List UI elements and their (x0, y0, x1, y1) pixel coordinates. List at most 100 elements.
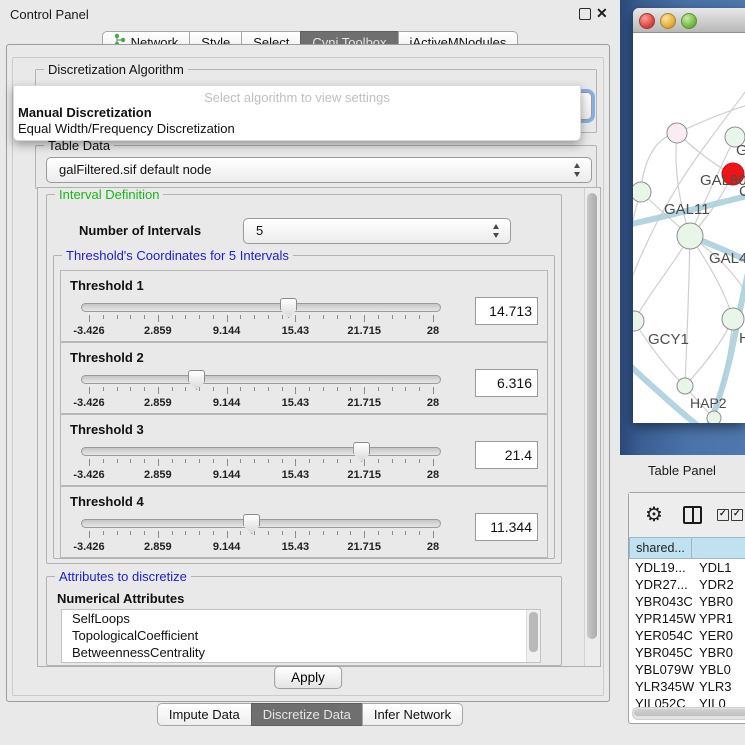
slider-thumb[interactable] (188, 370, 205, 390)
group-title: Interval Definition (55, 187, 163, 202)
table-data-combobox[interactable]: galFiltered.sif default node (46, 157, 592, 183)
numerical-attributes-list[interactable]: SelfLoopsTopologicalCoefficientBetweenne… (61, 609, 541, 663)
network-node[interactable] (633, 311, 644, 331)
tick-mark (350, 315, 351, 319)
threshold-slider[interactable]: -3.4262.8599.14415.4321.71528 (81, 445, 441, 481)
table-row[interactable]: YPR145WYPR1 (629, 610, 745, 627)
table-row[interactable]: YBR043CYBR0 (629, 593, 745, 610)
tick-mark (158, 315, 159, 322)
tick-mark (199, 459, 200, 463)
tick-mark (130, 315, 131, 319)
minimize-traffic-light-icon[interactable] (660, 13, 676, 29)
column-header-name[interactable]: n (691, 537, 745, 559)
slider-track[interactable] (81, 447, 441, 456)
tick-mark (419, 459, 420, 463)
slider-thumb[interactable] (353, 442, 370, 462)
columns-icon[interactable] (683, 506, 702, 524)
tick-mark (117, 315, 118, 319)
cell-shared-name: YBR043C (635, 593, 693, 610)
algorithm-dropdown-popup: Select algorithm to view settings Manual… (13, 85, 581, 141)
list-item[interactable]: TopologicalCoefficient (62, 627, 540, 644)
interval-definition-group: Interval Definition Number of Intervals … (46, 194, 562, 564)
tick-mark (268, 387, 269, 391)
tick-mark (227, 531, 228, 538)
attributes-to-discretize-group: Attributes to discretize Numerical Attri… (46, 576, 562, 666)
slider-track[interactable] (81, 375, 441, 384)
desktop-background: GAL80GCGAL11GAL4GCY1HHAP2 (620, 0, 745, 455)
horizontal-scrollbar[interactable] (632, 707, 745, 720)
table-row[interactable]: YDL19...YDL1 (629, 559, 745, 576)
zoom-traffic-light-icon[interactable] (681, 13, 697, 29)
close-traffic-light-icon[interactable] (639, 13, 655, 29)
tick-mark (295, 459, 296, 466)
group-title: Attributes to discretize (55, 569, 191, 584)
table-row[interactable]: YLR345WYLR3 (629, 678, 745, 695)
network-node[interactable] (667, 123, 687, 143)
tick-mark (282, 315, 283, 319)
tick-mark (419, 387, 420, 391)
slider-thumb[interactable] (243, 514, 260, 534)
network-edge[interactable] (634, 236, 690, 321)
checkbox-icon[interactable] (731, 509, 743, 521)
network-edge[interactable] (685, 236, 690, 386)
list-scrollbar[interactable] (526, 610, 540, 662)
tick-mark (117, 459, 118, 463)
table-row[interactable]: YBR045CYBR0 (629, 644, 745, 661)
list-item[interactable]: SelfLoops (62, 610, 540, 627)
slider-track[interactable] (81, 519, 441, 528)
table-row[interactable]: YIL052CYIL0 (629, 695, 745, 707)
apply-button[interactable]: Apply (274, 666, 342, 689)
close-icon[interactable]: ✕ (596, 5, 608, 22)
tick-mark (172, 459, 173, 463)
tick-mark (433, 387, 434, 394)
network-node[interactable] (677, 223, 703, 249)
network-node[interactable] (722, 308, 744, 330)
tick-mark (323, 459, 324, 463)
network-node[interactable] (707, 411, 721, 423)
network-node[interactable] (677, 378, 693, 394)
tick-mark (378, 315, 379, 319)
number-of-intervals-spinner[interactable]: 5 (243, 218, 511, 244)
popup-item-equal-width-frequency-discretization[interactable]: Equal Width/Frequency Discretization (18, 121, 235, 136)
slider-track[interactable] (81, 303, 441, 312)
network-node[interactable] (633, 182, 651, 202)
table-rows: YDL19...YDL1YDR27...YDR2YBR043CYBR0YPR14… (629, 559, 745, 707)
table-row[interactable]: YBL079WYBL0 (629, 661, 745, 678)
tab-impute-data[interactable]: Impute Data (157, 703, 252, 726)
threshold-slider[interactable]: -3.4262.8599.14415.4321.71528 (81, 301, 441, 337)
network-edge[interactable] (633, 192, 641, 273)
threshold-slider[interactable]: -3.4262.8599.14415.4321.71528 (81, 517, 441, 553)
tick-label: -3.426 (73, 325, 104, 337)
threshold-value-field[interactable]: 14.713 (475, 297, 538, 325)
table-row[interactable]: YDR27...YDR2 (629, 576, 745, 593)
popup-item-manual-discretization[interactable]: Manual Discretization (18, 105, 152, 120)
tick-mark (227, 387, 228, 394)
table-row[interactable]: YER054CYER0 (629, 627, 745, 644)
list-item[interactable]: BetweennessCentrality (62, 644, 540, 661)
network-canvas[interactable]: GAL80GCGAL11GAL4GCY1HHAP2 (633, 33, 745, 423)
threshold-value-field[interactable]: 11.344 (475, 513, 538, 541)
threshold-value-field[interactable]: 6.316 (475, 369, 538, 397)
threshold-value-field[interactable]: 21.4 (475, 441, 538, 469)
gear-icon[interactable]: ⚙ (645, 502, 663, 527)
tick-label: 21.715 (347, 325, 381, 337)
spinner-arrows-icon (492, 223, 501, 239)
column-header-shared-name[interactable]: shared... (629, 537, 692, 559)
network-view-window: GAL80GCGAL11GAL4GCY1HHAP2 (633, 8, 745, 423)
tick-label: 2.859 (144, 469, 172, 481)
tick-mark (213, 531, 214, 535)
cyni-toolbox-panel: Discretization Algorithm Select algorith… (6, 44, 610, 702)
threshold-slider[interactable]: -3.4262.8599.14415.4321.71528 (81, 373, 441, 409)
tick-mark (89, 531, 90, 538)
float-window-icon[interactable] (579, 8, 591, 20)
tab-discretize-data[interactable]: Discretize Data (251, 703, 363, 726)
tick-mark (309, 459, 310, 463)
tick-mark (282, 459, 283, 463)
tick-mark (378, 459, 379, 463)
table-header: shared... n (629, 537, 745, 559)
tab-infer-network[interactable]: Infer Network (362, 703, 463, 726)
network-window-titlebar[interactable] (633, 8, 745, 33)
checkbox-icon[interactable] (717, 509, 729, 521)
tick-label: 21.715 (347, 397, 381, 409)
vertical-scrollbar[interactable] (584, 188, 600, 666)
